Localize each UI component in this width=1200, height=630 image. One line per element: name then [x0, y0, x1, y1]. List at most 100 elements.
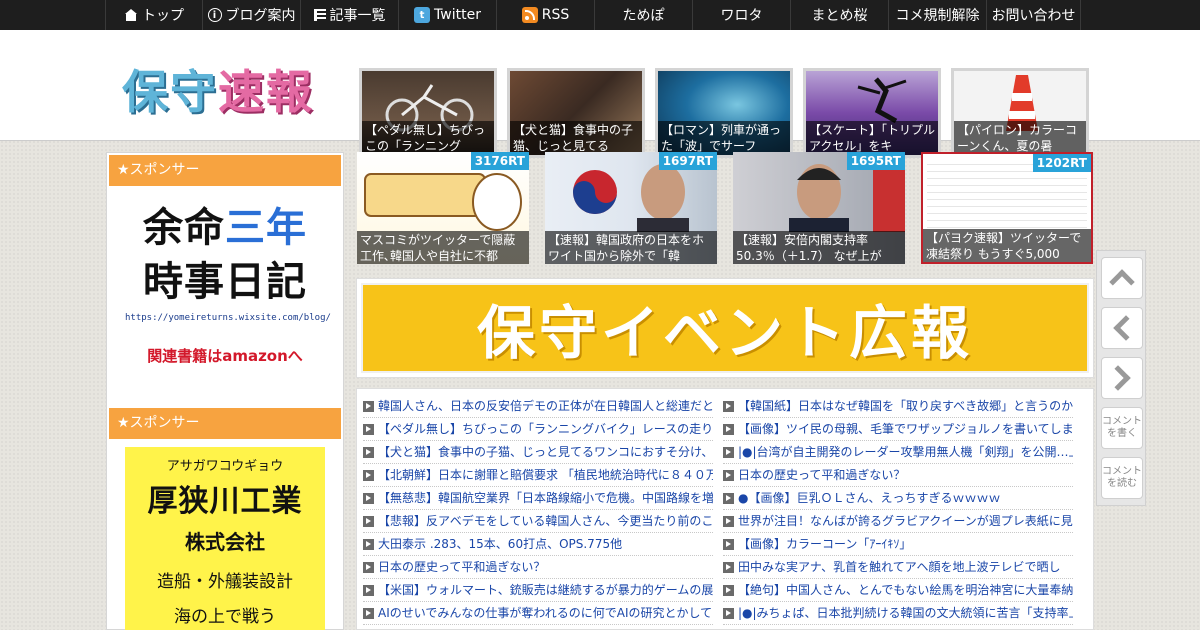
article-link[interactable]: 【悲報】反アベデモをしている韓国人さん、今更当たり前のこ: [363, 510, 713, 533]
bullet-arrow-icon: [363, 584, 374, 596]
article-link[interactable]: 【米国】ウォルマート、銃販売は継続するが暴力的ゲームの展: [363, 579, 713, 602]
article-link[interactable]: ●【画像】巨乳ＯＬさん、えっちすぎるｗｗｗｗ: [723, 487, 1073, 510]
yomei-ad[interactable]: 余命三年 時事日記 https://yomeireturns.wixsite.c…: [125, 201, 331, 366]
nav-item[interactable]: お問い合わせ: [987, 0, 1081, 30]
top-nav-items: トップ i ブログ案内 記事一覧 t Twitter RSS ためぽ ワロタ まとめ桜 コメ規制解除…: [105, 0, 1081, 30]
article-link[interactable]: 世界が注目！なんばが誇るグラビアクイーンが週プレ表紙に見: [723, 510, 1073, 533]
bullet-arrow-icon: [723, 469, 734, 481]
nav-item[interactable]: コメ規制解除: [889, 0, 987, 30]
read-comment-button[interactable]: コメントを読む: [1101, 457, 1143, 499]
article-title: 【無慈悲】韓国航空業界「日本路線縮小で危機。中国路線を増: [378, 491, 713, 505]
featured-thumb[interactable]: 【パイロン】カラーコーンくん、夏の暑: [951, 68, 1089, 158]
article-title: 世界が注目！なんばが誇るグラビアクイーンが週プレ表紙に見: [738, 514, 1073, 528]
article-title: 日本の歴史って平和過ぎない？: [738, 468, 906, 482]
asagawa-ad[interactable]: アサガワコウギョウ 厚狭川工業 株式会社 造船・外艤装設計 海の上で戦う: [125, 447, 325, 630]
nav-label: まとめ桜: [811, 8, 868, 24]
featured-caption: 【パイロン】カラーコーンくん、夏の暑: [954, 121, 1086, 155]
bullet-arrow-icon: [363, 446, 374, 458]
featured-thumb[interactable]: 【ロマン】列車が通った「波」でサーフ: [655, 68, 793, 158]
bullet-arrow-icon: [723, 584, 734, 596]
article-link[interactable]: 日本の歴史って平和過ぎない？: [363, 556, 713, 579]
ad-tagline: 海の上で戦う: [174, 607, 276, 627]
article-link[interactable]: 【韓国紙】日本はなぜ韓国を「取り戻すべき故郷」と言うのか: [723, 395, 1073, 418]
bullet-arrow-icon: [363, 607, 374, 619]
rt-thumb[interactable]: 3176RT マスコミがツイッターで隠蔽工作､韓国人や自社に不都: [357, 152, 529, 264]
nav-item[interactable]: ためぽ: [595, 0, 693, 30]
article-column-right: 【韓国紙】日本はなぜ韓国を「取り戻すべき故郷」と言うのか 【画像】ツイ民の母親、毛…: [723, 395, 1073, 625]
chevron-left-icon: [1113, 315, 1139, 341]
ad-corp-type: 株式会社: [185, 530, 265, 554]
bullet-arrow-icon: [363, 469, 374, 481]
nav-item[interactable]: トップ: [105, 0, 203, 30]
nav-label: 記事一覧: [329, 8, 386, 24]
bullet-arrow-icon: [363, 561, 374, 573]
nav-item[interactable]: RSS: [497, 0, 595, 30]
rt-thumb[interactable]: 1202RT 【パヨク速報】ツイッターで凍結祭り もうすぐ5,000: [921, 152, 1093, 264]
article-link[interactable]: 【無慈悲】韓国航空業界「日本路線縮小で危機。中国路線を増: [363, 487, 713, 510]
article-title: |●|台湾が自主開発のレーダー攻撃用無人機「剣翔」を公開…上: [738, 445, 1073, 459]
article-link[interactable]: 韓国人さん、日本の反安倍デモの正体が在日韓国人と総連だと: [363, 395, 713, 418]
logo-char: 速: [218, 65, 266, 119]
article-link[interactable]: 【北朝鮮】日本に謝罪と賠償要求 「植民地統治時代に８４０万: [363, 464, 713, 487]
nav-label: ブログ案内: [225, 8, 296, 24]
article-link[interactable]: AIのせいでみんなの仕事が奪われるのに何でAIの研究とかして: [363, 602, 713, 625]
article-link[interactable]: 大田泰示 .283、15本、60打点、OPS.775他: [363, 533, 713, 556]
article-title: 日本の歴史って平和過ぎない？: [378, 560, 546, 574]
bullet-arrow-icon: [723, 538, 734, 550]
article-link[interactable]: 【ペダル無し】ちびっこの「ランニングバイク」レースの走り: [363, 418, 713, 441]
featured-thumb[interactable]: 【犬と猫】食事中の子猫、じっと見てる: [507, 68, 645, 158]
article-title: 【犬と猫】食事中の子猫、じっと見てるワンコにおすそ分け、: [378, 445, 713, 459]
nav-label: コメ規制解除: [895, 8, 980, 24]
article-link[interactable]: |●|みちょぱ、日本批判続ける韓国の文大統領に苦言「支持率上: [723, 602, 1073, 625]
article-link[interactable]: 日本の歴史って平和過ぎない？: [723, 464, 1073, 487]
bullet-arrow-icon: [723, 561, 734, 573]
article-link[interactable]: |●|台湾が自主開発のレーダー攻撃用無人機「剣翔」を公開…上: [723, 441, 1073, 464]
rt-caption: 【パヨク速報】ツイッターで凍結祭り もうすぐ5,000: [923, 229, 1091, 262]
event-banner-text: 保守イベント広報: [361, 283, 1089, 373]
nav-item[interactable]: ワロタ: [693, 0, 791, 30]
next-article-button[interactable]: [1101, 357, 1143, 399]
twitter-icon: t: [414, 7, 431, 23]
article-list: 韓国人さん、日本の反安倍デモの正体が在日韓国人と総連だと 【ペダル無し】ちびっこの…: [356, 388, 1094, 630]
nav-item[interactable]: t Twitter: [399, 0, 497, 30]
article-column-left: 韓国人さん、日本の反安倍デモの正体が在日韓国人と総連だと 【ペダル無し】ちびっこの…: [363, 395, 713, 625]
rt-thumb[interactable]: 1695RT 【速報】安倍内閣支持率50.3％（＋1.7） なぜ上が: [733, 152, 905, 264]
ad-url: https://yomeireturns.wixsite.com/blog/: [125, 313, 331, 323]
nav-item[interactable]: まとめ桜: [791, 0, 889, 30]
info-icon: i: [207, 8, 222, 22]
article-link[interactable]: 【画像】ツイ民の母親、毛筆でワザップジョルノを書いてしま: [723, 418, 1073, 441]
site-logo[interactable]: 保守速報: [122, 56, 314, 122]
nav-label: トップ: [142, 8, 184, 24]
article-link[interactable]: 田中みな実アナ、乳首を触れてアヘ顔を地上波テレビで晒し: [723, 556, 1073, 579]
event-banner[interactable]: 保守イベント広報: [356, 278, 1094, 378]
article-link[interactable]: 【画像】カラーコーン「ｱｰｲｷｿ」: [723, 533, 1073, 556]
rt-thumb[interactable]: 1697RT 【速報】韓国政府の日本をホワイト国から除外で「韓: [545, 152, 717, 264]
bullet-arrow-icon: [723, 400, 734, 412]
amazon-link[interactable]: 関連書籍はamazonへ: [125, 345, 325, 366]
nav-item[interactable]: 記事一覧: [301, 0, 399, 30]
article-link[interactable]: 【犬と猫】食事中の子猫、じっと見てるワンコにおすそ分け、: [363, 441, 713, 464]
featured-caption: 【ロマン】列車が通った「波」でサーフ: [658, 121, 790, 155]
ad-title-line1: 余命三年: [125, 201, 325, 255]
featured-thumb[interactable]: 【スケート】「トリプルアクセル」をキ: [803, 68, 941, 158]
featured-caption: 【スケート】「トリプルアクセル」をキ: [806, 121, 938, 155]
prev-article-button[interactable]: [1101, 307, 1143, 349]
logo-char: 保: [122, 65, 170, 119]
left-sidebar: ★スポンサー 余命三年 時事日記 https://yomeireturns.wi…: [106, 152, 344, 630]
featured-caption: 【ペダル無し】ちびっこの「ランニング: [362, 121, 494, 155]
article-link[interactable]: 【絶句】中国人さん、とんでもない絵馬を明治神宮に大量奉納: [723, 579, 1073, 602]
featured-thumb[interactable]: 【ペダル無し】ちびっこの「ランニング: [359, 68, 497, 158]
ad-description: 造船・外艤装設計: [157, 572, 293, 592]
nav-item[interactable]: i ブログ案内: [203, 0, 301, 30]
rt-caption: 【速報】安倍内閣支持率50.3％（＋1.7） なぜ上が: [733, 231, 905, 264]
write-comment-button[interactable]: コメントを書く: [1101, 407, 1143, 449]
rt-count-badge: 1695RT: [846, 152, 905, 170]
ad-kana: アサガワコウギョウ: [166, 459, 284, 474]
chevron-up-icon: [1109, 269, 1135, 295]
article-title: 田中みな実アナ、乳首を触れてアヘ顔を地上波テレビで晒し: [738, 560, 1061, 574]
rss-icon: [521, 7, 538, 23]
scroll-top-button[interactable]: [1101, 257, 1143, 299]
bullet-arrow-icon: [363, 515, 374, 527]
article-title: 大田泰示 .283、15本、60打点、OPS.775他: [378, 537, 623, 551]
featured-caption: 【犬と猫】食事中の子猫、じっと見てる: [510, 121, 642, 155]
